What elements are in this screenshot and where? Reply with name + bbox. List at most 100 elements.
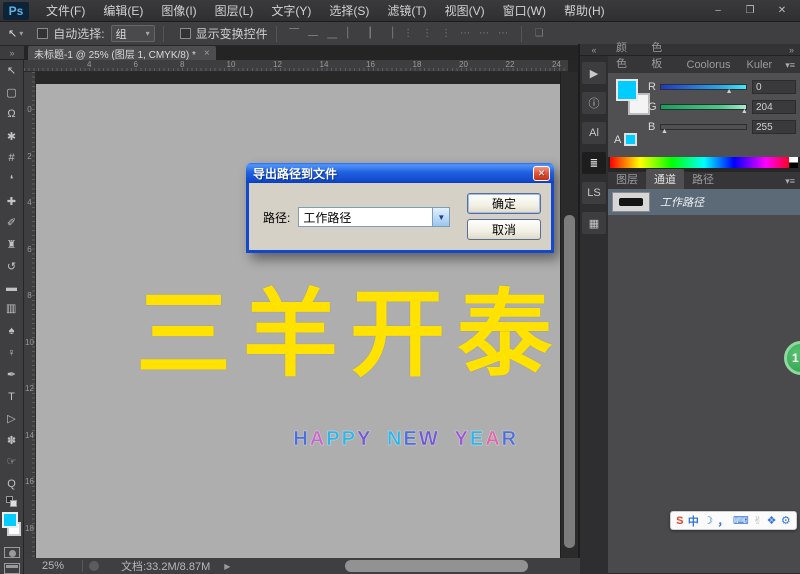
align-right-icon[interactable]: ▕: [382, 28, 397, 39]
blur-tool[interactable]: ♠: [1, 321, 23, 343]
menu-item[interactable]: 文字(Y): [262, 2, 320, 19]
slider-thumb-icon[interactable]: ▲: [661, 128, 668, 135]
distribute-left-icon[interactable]: ⋯: [458, 28, 473, 39]
panel-tab[interactable]: 图层: [608, 169, 646, 189]
slider-thumb-icon[interactable]: ▲: [741, 108, 748, 115]
crop-tool[interactable]: #: [1, 147, 23, 169]
color-spectrum-ramp[interactable]: [610, 157, 798, 168]
auto-align-icon[interactable]: ❏: [532, 28, 547, 39]
ok-button[interactable]: 确定: [467, 193, 541, 214]
ls-panel-icon[interactable]: LS: [582, 182, 606, 204]
color-slider-track[interactable]: ▲: [660, 104, 747, 110]
panel-menu-icon[interactable]: ▾≡: [780, 174, 800, 189]
quick-selection-tool[interactable]: ✱: [1, 125, 23, 147]
gradient-tool[interactable]: ▥: [1, 299, 23, 321]
panel-tab[interactable]: Coolorus: [679, 57, 739, 73]
path-dropdown[interactable]: 工作路径 ▼: [298, 207, 450, 227]
channel-value-field[interactable]: 204: [752, 100, 796, 114]
path-row[interactable]: 工作路径: [608, 189, 800, 215]
panel-tab[interactable]: 色板: [643, 37, 678, 73]
canvas-area[interactable]: 三羊开泰 HAPPY NEW YEAR: [36, 84, 560, 558]
distribute-bottom-icon[interactable]: ⋮: [439, 28, 454, 39]
color-slider-track[interactable]: ▲: [660, 84, 747, 90]
marquee-tool[interactable]: ▢: [1, 82, 23, 104]
menu-item[interactable]: 编辑(E): [94, 2, 152, 19]
document-tab[interactable]: 未标题-1 @ 25% (图层 1, CMYK/8) * ×: [28, 46, 216, 60]
type-tool[interactable]: T: [1, 386, 23, 408]
sogou-logo-icon[interactable]: S: [676, 515, 683, 527]
screen-mode-button[interactable]: [4, 563, 20, 574]
dialog-title-bar[interactable]: 导出路径到文件 ✕: [246, 163, 554, 183]
auto-select-group-dropdown[interactable]: 组 ▾: [111, 25, 155, 42]
pen-tool[interactable]: ✒: [1, 364, 23, 386]
path-selection-tool[interactable]: ▷: [1, 408, 23, 430]
spectrum-end-swatch[interactable]: [789, 157, 798, 168]
move-tool-options-icon[interactable]: ↖: [8, 27, 17, 40]
menu-item[interactable]: 视图(V): [436, 2, 494, 19]
foreground-color-swatch[interactable]: [616, 79, 638, 101]
status-flyout-icon[interactable]: ▶: [224, 562, 230, 571]
halfwidth-moon-icon[interactable]: ☽: [703, 514, 713, 527]
zoom-tool[interactable]: Q: [1, 473, 23, 495]
channel-value-field[interactable]: 0: [752, 80, 796, 94]
history-brush-tool[interactable]: ↺: [1, 255, 23, 277]
path-thumbnail[interactable]: [612, 192, 650, 212]
cancel-button[interactable]: 取消: [467, 219, 541, 240]
vertical-scrollbar[interactable]: [560, 72, 578, 558]
alpha-color-swatch[interactable]: [624, 133, 637, 146]
auto-select-checkbox[interactable]: [37, 28, 48, 39]
foreground-color-swatch[interactable]: [2, 512, 18, 528]
move-tool[interactable]: ↖: [1, 60, 23, 82]
distribute-hcenter-icon[interactable]: ⋯: [477, 28, 492, 39]
distribute-right-icon[interactable]: ⋯: [496, 28, 511, 39]
clone-stamp-tool[interactable]: ♜: [1, 234, 23, 256]
quick-mask-button[interactable]: [4, 547, 20, 558]
panel-tab[interactable]: 颜色: [608, 37, 643, 73]
close-button[interactable]: ✕: [768, 3, 796, 19]
panel-tab[interactable]: 通道: [646, 169, 684, 189]
voice-icon[interactable]: ✌: [753, 514, 762, 527]
actions-panel-icon[interactable]: ▶: [582, 62, 606, 84]
minimize-button[interactable]: –: [704, 3, 732, 19]
hand-tool[interactable]: ☞: [1, 451, 23, 473]
align-bottom-icon[interactable]: ⎽: [325, 28, 340, 39]
settings-wrench-icon[interactable]: ⚙: [781, 514, 791, 527]
brush-tool[interactable]: ✐: [1, 212, 23, 234]
align-vcenter-icon[interactable]: ⎼: [306, 28, 321, 39]
chinese-mode-icon[interactable]: 中: [688, 513, 699, 529]
punctuation-icon[interactable]: ，: [717, 513, 728, 529]
align-top-icon[interactable]: ⎺: [287, 28, 302, 39]
dialog-close-icon[interactable]: ✕: [533, 166, 550, 181]
layers-stack-panel-icon[interactable]: ≣: [582, 152, 606, 174]
info-panel-icon[interactable]: ⓘ: [582, 92, 606, 114]
dock-collapse-button[interactable]: «: [580, 44, 608, 56]
horizontal-scrollbar-thumb[interactable]: [345, 560, 528, 572]
dodge-tool[interactable]: ♀: [1, 342, 23, 364]
zoom-level-field[interactable]: 25%: [42, 560, 76, 572]
menu-item[interactable]: 图层(L): [206, 2, 263, 19]
skin-icon[interactable]: ❖: [767, 514, 777, 527]
menu-item[interactable]: 滤镜(T): [378, 2, 435, 19]
show-transform-checkbox[interactable]: [180, 28, 191, 39]
tools-collapse-button[interactable]: »: [0, 46, 24, 60]
tab-close-icon[interactable]: ×: [204, 48, 210, 59]
distribute-top-icon[interactable]: ⋮: [401, 28, 416, 39]
distribute-vcenter-icon[interactable]: ⋮: [420, 28, 435, 39]
menu-item[interactable]: 文件(F): [37, 2, 94, 19]
menu-item[interactable]: 选择(S): [320, 2, 378, 19]
tool-preset-caret-icon[interactable]: ▾: [19, 29, 23, 38]
restore-button[interactable]: ❐: [736, 3, 764, 19]
align-left-icon[interactable]: ▏: [344, 28, 359, 39]
panel-tab[interactable]: 路径: [684, 169, 722, 189]
align-hcenter-icon[interactable]: ┃: [363, 28, 378, 39]
eyedropper-tool[interactable]: ❛: [1, 169, 23, 191]
vertical-scrollbar-thumb[interactable]: [564, 215, 575, 548]
soft-keyboard-icon[interactable]: ⌨: [733, 514, 749, 527]
color-slider-track[interactable]: ▲: [660, 124, 747, 130]
healing-brush-tool[interactable]: ✚: [1, 190, 23, 212]
menu-item[interactable]: 帮助(H): [555, 2, 614, 19]
menu-item[interactable]: 图像(I): [152, 2, 205, 19]
panel-menu-icon[interactable]: ▾≡: [780, 58, 800, 73]
panel-tab[interactable]: Kuler: [739, 57, 781, 73]
dropdown-arrow-icon[interactable]: ▼: [432, 208, 449, 226]
